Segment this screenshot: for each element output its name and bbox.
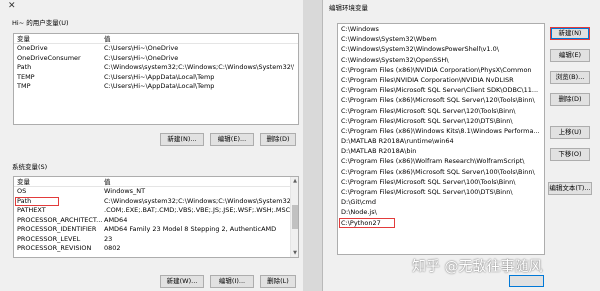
cell-value: C:\Users\Hi~\OneDrive bbox=[104, 44, 179, 52]
cell-variable: PROCESSOR_REVISION bbox=[17, 244, 92, 252]
cell-variable: TMP bbox=[17, 82, 31, 90]
scroll-up-icon[interactable]: ▲ bbox=[291, 177, 298, 185]
dialog-title: 编辑环境变量 bbox=[329, 4, 368, 12]
close-icon[interactable]: ✕ bbox=[8, 1, 16, 11]
cell-variable: OneDriveConsumer bbox=[17, 53, 81, 62]
cell-value: C:\Users\Hi~\AppData\Local\Temp bbox=[104, 82, 215, 90]
cell-value: 23 bbox=[104, 234, 113, 243]
user-variables-label: Hi~ 的用户变量(U) bbox=[12, 19, 69, 27]
cell-value: .COM;.EXE;.BAT;.CMD;.VBS;.VBE;.JS;.JSE;.… bbox=[104, 206, 291, 214]
path-entry[interactable]: C:\Windows\System32\OpenSSH\ bbox=[338, 55, 544, 65]
user-new-button[interactable]: 新建(N)... bbox=[160, 133, 204, 146]
table-row[interactable]: OS Windows_NT bbox=[14, 187, 298, 197]
system-variables-label: 系统变量(S) bbox=[12, 163, 48, 171]
path-entries-list[interactable]: C:\Windows C:\Windows\System32\Wbem C:\W… bbox=[337, 23, 545, 255]
table-row-path[interactable]: Path C:\Windows\system32;C:\Windows;C:\Wi… bbox=[14, 196, 298, 206]
cell-value: Windows_NT bbox=[104, 187, 146, 195]
column-variable[interactable]: 变量 bbox=[17, 34, 103, 44]
path-entry[interactable]: C:\Program Files\Microsoft SQL Server\12… bbox=[338, 116, 544, 126]
cell-variable: Path bbox=[17, 196, 32, 205]
path-entry[interactable]: D:\MATLAB R2018A\runtime\win64 bbox=[338, 136, 544, 146]
vertical-scrollbar[interactable]: ▲ ▼ bbox=[290, 177, 298, 257]
system-variables-list[interactable]: 变量 值 OS Windows_NT Path C:\Windows\system3… bbox=[13, 176, 299, 258]
path-entry[interactable]: D:\MATLAB R2018A\bin bbox=[338, 146, 544, 156]
system-edit-button[interactable]: 编辑(I)... bbox=[210, 275, 254, 288]
column-value[interactable]: 值 bbox=[104, 177, 294, 187]
column-variable[interactable]: 变量 bbox=[17, 177, 103, 187]
cell-variable: OS bbox=[17, 187, 27, 195]
scroll-down-icon[interactable]: ▼ bbox=[291, 249, 298, 257]
path-entry[interactable]: C:\Program Files\NVIDIA Corporation\NVID… bbox=[338, 75, 544, 85]
edit-text-button[interactable]: 编辑文本(T)... bbox=[548, 182, 592, 195]
table-row[interactable]: PATHEXT .COM;.EXE;.BAT;.CMD;.VBS;.VBE;.JS… bbox=[14, 206, 298, 216]
cell-variable: OneDrive bbox=[17, 44, 48, 52]
table-row[interactable]: TEMP C:\Users\Hi~\AppData\Local\Temp bbox=[14, 73, 298, 83]
path-entry[interactable]: C:\Program Files\Microsoft SQL Server\10… bbox=[338, 177, 544, 187]
cell-variable: PROCESSOR_LEVEL bbox=[17, 234, 81, 243]
cell-value: C:\Windows\system32;C:\Windows;C:\Window… bbox=[104, 196, 294, 205]
path-entry[interactable]: C:\Program Files\Microsoft SQL Server\Cl… bbox=[338, 85, 544, 95]
path-entry[interactable]: C:\Program Files (x86)\NVIDIA Corporatio… bbox=[338, 65, 544, 75]
table-row[interactable]: TMP C:\Users\Hi~\AppData\Local\Temp bbox=[14, 82, 298, 92]
cell-value: C:\Users\Hi~\OneDrive bbox=[104, 53, 179, 62]
watermark: 知乎 @无敌往事随风 bbox=[412, 259, 543, 275]
table-row[interactable]: OneDriveConsumer C:\Users\Hi~\OneDrive bbox=[14, 54, 298, 64]
cell-variable: PATHEXT bbox=[17, 206, 46, 214]
system-delete-button[interactable]: 删除(L) bbox=[260, 275, 296, 288]
move-up-button[interactable]: 上移(U) bbox=[550, 126, 590, 139]
path-entry[interactable]: C:\Windows\System32\WindowsPowerShell\v1… bbox=[338, 44, 544, 54]
table-row[interactable]: Path C:\Windows\system32;C:\Windows;C:\Wi… bbox=[14, 63, 298, 73]
path-entry[interactable]: C:\Windows bbox=[338, 24, 544, 34]
new-path-button[interactable]: 新建(N) bbox=[550, 27, 590, 40]
cell-variable: TEMP bbox=[17, 72, 35, 81]
cell-variable: PROCESSOR_IDENTIFIER bbox=[17, 225, 97, 233]
edit-path-button[interactable]: 编辑(E) bbox=[550, 49, 590, 62]
cell-variable: Path bbox=[17, 63, 32, 71]
path-entry[interactable]: C:\Program Files (x86)\Microsoft SQL Ser… bbox=[338, 95, 544, 105]
browse-button[interactable]: 浏览(B)... bbox=[550, 71, 590, 84]
path-entry[interactable]: C:\Program Files (x86)\Wolfram Research\… bbox=[338, 156, 544, 166]
cell-value: C:\Users\Hi~\AppData\Local\Temp bbox=[104, 72, 215, 81]
user-variables-list[interactable]: 变量 值 OneDrive C:\Users\Hi~\OneDrive OneDr… bbox=[13, 33, 299, 125]
path-entry[interactable]: C:\Program Files (x86)\Microsoft SQL Ser… bbox=[338, 167, 544, 177]
user-edit-button[interactable]: 编辑(E)... bbox=[210, 133, 254, 146]
path-entry[interactable]: D:\Node.js\ bbox=[338, 207, 544, 217]
path-entry[interactable]: C:\Windows\System32\Wbem bbox=[338, 34, 544, 44]
user-delete-button[interactable]: 删除(D) bbox=[260, 133, 296, 146]
system-new-button[interactable]: 新建(W)... bbox=[160, 275, 204, 288]
path-entry[interactable]: D:\Git\cmd bbox=[338, 197, 544, 207]
list-header: 变量 值 bbox=[14, 177, 298, 187]
cell-variable: PROCESSOR_ARCHITECT... bbox=[17, 215, 103, 224]
scrollbar-thumb[interactable] bbox=[292, 205, 298, 229]
path-entry-python27[interactable]: C:\Python27 bbox=[338, 217, 544, 228]
delete-path-button[interactable]: 删除(D) bbox=[550, 93, 590, 106]
table-row[interactable]: PROCESSOR_LEVEL 23 bbox=[14, 235, 298, 245]
cell-value: AMD64 bbox=[104, 215, 128, 224]
cell-value: 0802 bbox=[104, 244, 121, 252]
table-row[interactable]: OneDrive C:\Users\Hi~\OneDrive bbox=[14, 44, 298, 54]
list-header: 变量 值 bbox=[14, 34, 298, 44]
table-row[interactable]: PROCESSOR_ARCHITECT... AMD64 bbox=[14, 216, 298, 226]
path-entry[interactable] bbox=[338, 228, 544, 238]
cell-value: C:\Windows\system32;C:\Windows;C:\Window… bbox=[104, 63, 294, 71]
highlight-box bbox=[339, 217, 395, 228]
path-entry[interactable]: C:\Program Files\Microsoft SQL Server\10… bbox=[338, 187, 544, 197]
column-value[interactable]: 值 bbox=[104, 34, 294, 44]
table-row[interactable]: PROCESSOR_IDENTIFIER AMD64 Family 23 Mode… bbox=[14, 225, 298, 235]
environment-variables-dialog: ✕ Hi~ 的用户变量(U) 变量 值 OneDrive C:\Users\Hi~… bbox=[0, 0, 303, 291]
move-down-button[interactable]: 下移(O) bbox=[550, 148, 590, 161]
path-entry[interactable]: C:\Program Files\Microsoft SQL Server\12… bbox=[338, 106, 544, 116]
path-entry[interactable]: C:\Program Files (x86)\Windows Kits\8.1\… bbox=[338, 126, 544, 136]
edit-environment-variable-dialog: 编辑环境变量 C:\Windows C:\Windows\System32\Wb… bbox=[322, 0, 600, 291]
table-row[interactable]: PROCESSOR_REVISION 0802 bbox=[14, 244, 298, 254]
ok-button[interactable] bbox=[509, 275, 544, 287]
cell-value: AMD64 Family 23 Model 8 Stepping 2, Auth… bbox=[104, 225, 277, 233]
